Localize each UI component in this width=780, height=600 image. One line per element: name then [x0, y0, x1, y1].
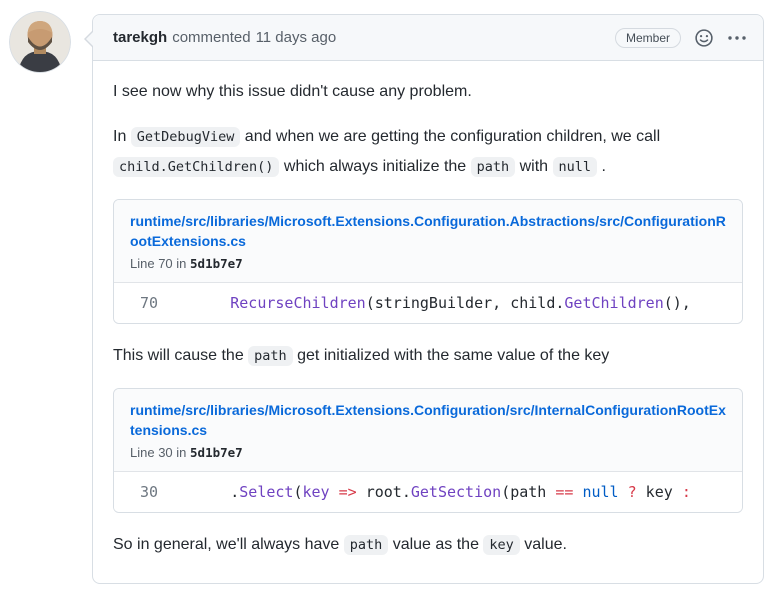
comment-author[interactable]: tarekgh: [113, 29, 167, 46]
code-token: (),: [663, 294, 691, 312]
avatar[interactable]: [9, 11, 71, 73]
paragraph-text: with: [515, 158, 553, 175]
comment-card: tarekgh commented 11 days ago Member I s…: [84, 14, 764, 584]
smiley-icon: [695, 28, 713, 47]
code-token: =>: [338, 483, 357, 501]
paragraph-text: So in general, we'll always have: [113, 536, 344, 553]
kebab-menu-button[interactable]: [727, 30, 747, 46]
comment-body: I see now why this issue didn't cause an…: [93, 61, 763, 583]
snippet-code-area: 70 RecurseChildren(stringBuilder, child.…: [114, 282, 742, 323]
code-token: .: [158, 483, 240, 501]
code-line: RecurseChildren(stringBuilder, child.Get…: [158, 292, 742, 314]
snippet-meta: Line 70 in 5d1b7e7: [130, 254, 726, 274]
comment-timestamp[interactable]: 11 days ago: [256, 29, 337, 46]
inline-code: path: [470, 157, 516, 177]
paragraph-text: get initialized with the same value of t…: [292, 347, 610, 364]
avatar-image: [9, 11, 71, 73]
paragraph-4: So in general, we'll always have path va…: [113, 530, 743, 560]
paragraph-1: I see now why this issue didn't cause an…: [113, 79, 743, 105]
code-token: Select: [239, 483, 294, 501]
snippet-file-link[interactable]: runtime/src/libraries/Microsoft.Extensio…: [130, 400, 726, 440]
code-line: .Select(key => root.GetSection(path == n…: [158, 481, 742, 503]
inline-code: GetDebugView: [130, 127, 241, 147]
kebab-icon: [728, 35, 746, 40]
code-token: key: [302, 483, 330, 501]
snippet-commit-link[interactable]: 5d1b7e7: [190, 445, 243, 460]
paragraph-text: .: [597, 158, 606, 175]
paragraph-text: value.: [519, 536, 567, 553]
snippet-file-link[interactable]: runtime/src/libraries/Microsoft.Extensio…: [130, 211, 726, 251]
inline-code: path: [343, 535, 389, 555]
snippet-meta: Line 30 in 5d1b7e7: [130, 443, 726, 463]
code-token: (stringBuilder, child.: [365, 294, 565, 312]
snippet-line-label: Line 30 in: [130, 445, 187, 460]
inline-code: null: [552, 157, 598, 177]
comment-action: commented: [172, 29, 251, 46]
snippet-header: runtime/src/libraries/Microsoft.Extensio…: [114, 200, 742, 282]
paragraph-text: In: [113, 128, 131, 145]
line-number: 70: [139, 294, 158, 312]
inline-code: key: [483, 535, 520, 555]
snippet-commit-link[interactable]: 5d1b7e7: [190, 256, 243, 271]
code-snippet-card-1: runtime/src/libraries/Microsoft.Extensio…: [113, 199, 743, 324]
code-token: :: [681, 483, 691, 501]
snippet-code-area: 30 .Select(key => root.GetSection(path =…: [114, 471, 742, 512]
code-token: key: [636, 483, 682, 501]
code-snippet-card-2: runtime/src/libraries/Microsoft.Extensio…: [113, 388, 743, 513]
code-token: null: [582, 483, 619, 501]
comment-header: tarekgh commented 11 days ago Member: [93, 15, 763, 61]
paragraph-text: and when we are getting the configuratio…: [240, 128, 661, 145]
snippet-line-label: Line 70 in: [130, 256, 187, 271]
emoji-reaction-button[interactable]: [695, 28, 713, 47]
paragraph-3: This will cause the path get initialized…: [113, 341, 743, 371]
code-token: RecurseChildren: [230, 294, 366, 312]
code-token: ?: [627, 483, 637, 501]
snippet-header: runtime/src/libraries/Microsoft.Extensio…: [114, 389, 742, 471]
line-number: 30: [139, 483, 158, 501]
inline-code: child.GetChildren(): [113, 157, 280, 177]
code-token: (: [293, 483, 303, 501]
member-badge[interactable]: Member: [614, 27, 681, 48]
comment-thread: tarekgh commented 11 days ago Member I s…: [0, 0, 780, 600]
code-token: ==: [555, 483, 574, 501]
code-token: GetSection: [410, 483, 502, 501]
code-token: (path: [501, 483, 556, 501]
code-token: root.: [356, 483, 411, 501]
paragraph-2: In GetDebugView and when we are getting …: [113, 122, 743, 182]
paragraph-text: value as the: [388, 536, 484, 553]
code-token: GetChildren: [564, 294, 664, 312]
inline-code: path: [248, 346, 293, 366]
paragraph-text: I see now why this issue didn't cause an…: [113, 83, 472, 100]
paragraph-text: This will cause the: [113, 347, 249, 364]
paragraph-text: which always initialize the: [279, 158, 471, 175]
